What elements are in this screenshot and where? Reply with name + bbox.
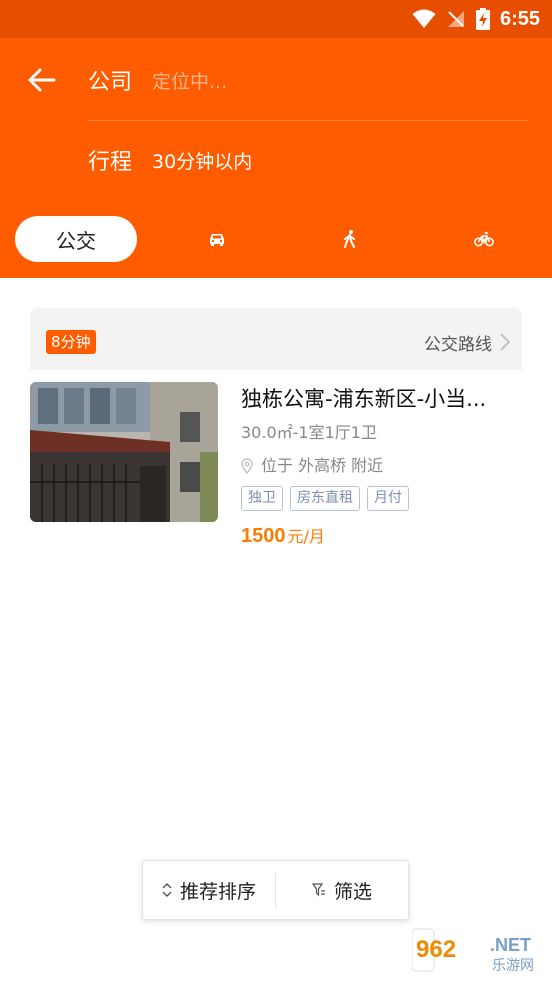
tab-walk[interactable] <box>337 226 363 252</box>
route-card: 8分钟 公交路线 <box>30 308 522 370</box>
header: 公司 定位中... 行程 30分钟以内 公交 <box>0 38 552 278</box>
tab-bicycle[interactable] <box>471 226 497 252</box>
watermark-number: 962 <box>416 936 456 963</box>
wifi-icon <box>412 9 436 28</box>
tab-bus[interactable]: 公交 <box>15 216 137 262</box>
listing-item[interactable]: 独栋公寓-浦东新区-小当... 30.0㎡-1室1厅1卫 位于 外高桥 附近 独… <box>30 382 522 562</box>
walk-icon <box>344 230 355 248</box>
tag-private-bath: 独卫 <box>241 486 283 511</box>
location-pin-icon <box>241 458 253 474</box>
bicycle-icon <box>474 231 494 247</box>
company-label: 公司 <box>88 70 133 95</box>
status-icons: 6:55 <box>412 0 540 38</box>
no-signal-icon <box>447 11 464 27</box>
transport-mode-tabs: 公交 <box>0 216 552 264</box>
chevron-right-icon <box>500 333 510 351</box>
company-location-status[interactable]: 定位中... <box>152 67 227 94</box>
tag-landlord-direct: 房东直租 <box>290 486 360 511</box>
tag-monthly-pay: 月付 <box>367 486 409 511</box>
watermark-suffix: .NET <box>490 935 531 955</box>
status-time: 6:55 <box>499 7 540 30</box>
sort-label: 推荐排序 <box>179 880 256 903</box>
tab-car[interactable] <box>204 226 230 252</box>
filter-button[interactable]: 筛选 <box>276 861 408 919</box>
company-row[interactable]: 公司 定位中... <box>88 62 227 98</box>
watermark-text: 乐游网 <box>492 958 534 974</box>
price-amount: 1500 <box>241 525 286 547</box>
sort-icon <box>162 883 172 897</box>
site-watermark-logo: 962 .NET 乐游网 <box>411 925 548 975</box>
filter-icon <box>311 883 325 897</box>
arrow-left-icon <box>28 68 56 92</box>
listing-info: 独栋公寓-浦东新区-小当... 30.0㎡-1室1厅1卫 位于 外高桥 附近 独… <box>241 382 522 551</box>
listing-spec: 30.0㎡-1室1厅1卫 <box>241 423 377 442</box>
status-bar: 6:55 <box>0 0 552 38</box>
listing-photo <box>30 382 218 522</box>
back-button[interactable] <box>24 64 60 96</box>
listing-price: 1500 元/月 <box>241 523 522 551</box>
car-icon <box>210 233 224 246</box>
sort-filter-bar: 推荐排序 筛选 <box>142 860 409 920</box>
trip-value[interactable]: 30分钟以内 <box>152 147 252 174</box>
trip-label: 行程 <box>88 150 133 175</box>
trip-row[interactable]: 行程 30分钟以内 <box>88 142 252 178</box>
bus-route-link[interactable]: 公交路线 <box>424 328 510 356</box>
bus-route-label: 公交路线 <box>424 334 492 355</box>
sort-button[interactable]: 推荐排序 <box>143 861 275 919</box>
listing-location: 位于 外高桥 附近 <box>241 454 522 478</box>
price-unit: 元/月 <box>287 527 325 546</box>
tab-bus-label: 公交 <box>56 228 96 253</box>
listing-location-text: 位于 外高桥 附近 <box>261 456 384 475</box>
battery-charging-icon <box>475 8 490 30</box>
filter-label: 筛选 <box>333 880 372 903</box>
listing-title: 独栋公寓-浦东新区-小当... <box>241 387 487 411</box>
listing-tags: 独卫 房东直租 月付 <box>241 486 522 511</box>
commute-time-badge: 8分钟 <box>46 330 96 354</box>
header-divider <box>88 120 528 121</box>
